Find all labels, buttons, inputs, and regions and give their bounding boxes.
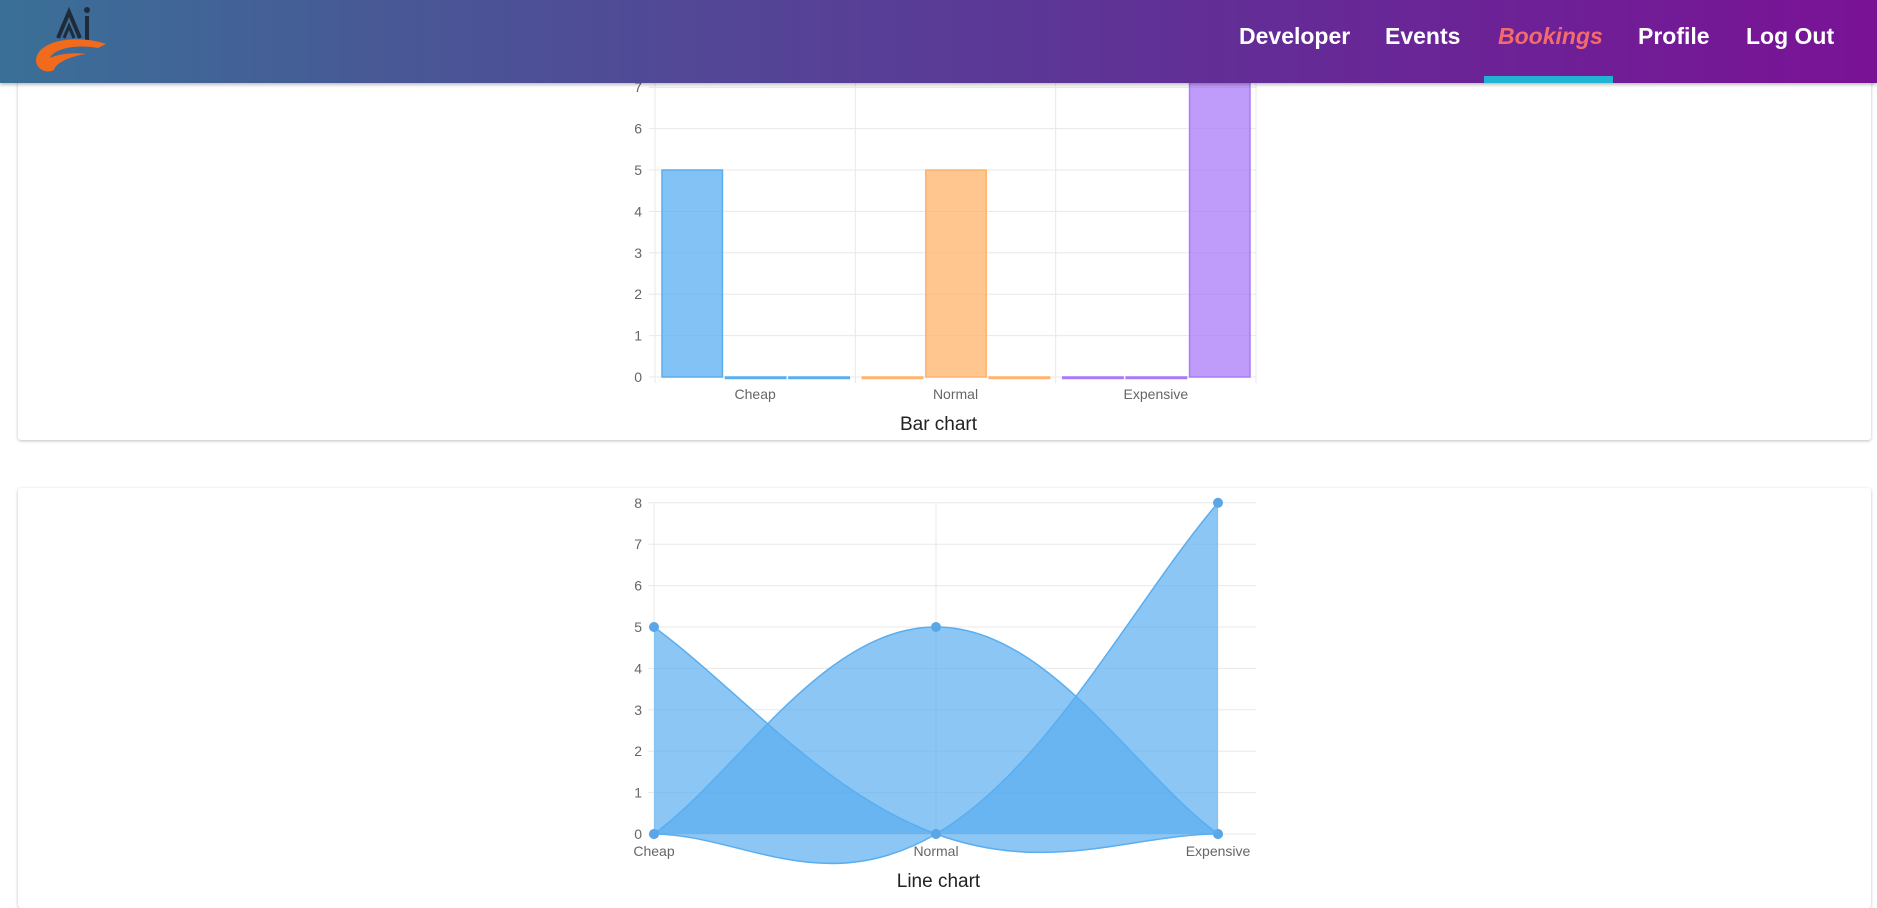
area-x-tick-label: Cheap	[633, 843, 674, 859]
area-chart-caption: Line chart	[896, 871, 981, 892]
top-navbar: Developer Events Bookings Profile Log Ou…	[0, 0, 1877, 83]
area-y-tick-label: 0	[634, 826, 642, 842]
nav-profile[interactable]: Profile	[1638, 0, 1710, 83]
area-point	[931, 622, 941, 632]
area-x-tick-label: Normal	[913, 843, 958, 859]
area-y-tick-label: 1	[634, 785, 642, 801]
area-y-tick-label: 6	[634, 578, 642, 594]
logo[interactable]	[28, 4, 112, 80]
area-y-tick-label: 3	[634, 702, 642, 718]
area-point	[931, 829, 941, 839]
area-chart: 0 1 2 3 4 5 6 7 8 Cheap Normal Expensive	[633, 495, 1256, 865]
active-nav-indicator	[1484, 76, 1613, 83]
area-y-tick-label: 2	[634, 743, 642, 759]
area-y-tick-label: 5	[634, 619, 642, 635]
area-y-tick-label: 7	[634, 536, 642, 552]
nav-bookings[interactable]: Bookings	[1498, 0, 1603, 83]
area-point	[649, 829, 659, 839]
area-point	[1213, 497, 1223, 508]
nav-developer[interactable]: Developer	[1239, 0, 1350, 83]
area-point	[649, 622, 659, 632]
area-y-tick-label: 4	[634, 660, 642, 676]
nav-events[interactable]: Events	[1385, 0, 1460, 83]
nav-log-out[interactable]: Log Out	[1746, 0, 1834, 83]
area-y-tick-label: 8	[634, 495, 642, 511]
area-x-tick-label: Expensive	[1186, 843, 1251, 859]
